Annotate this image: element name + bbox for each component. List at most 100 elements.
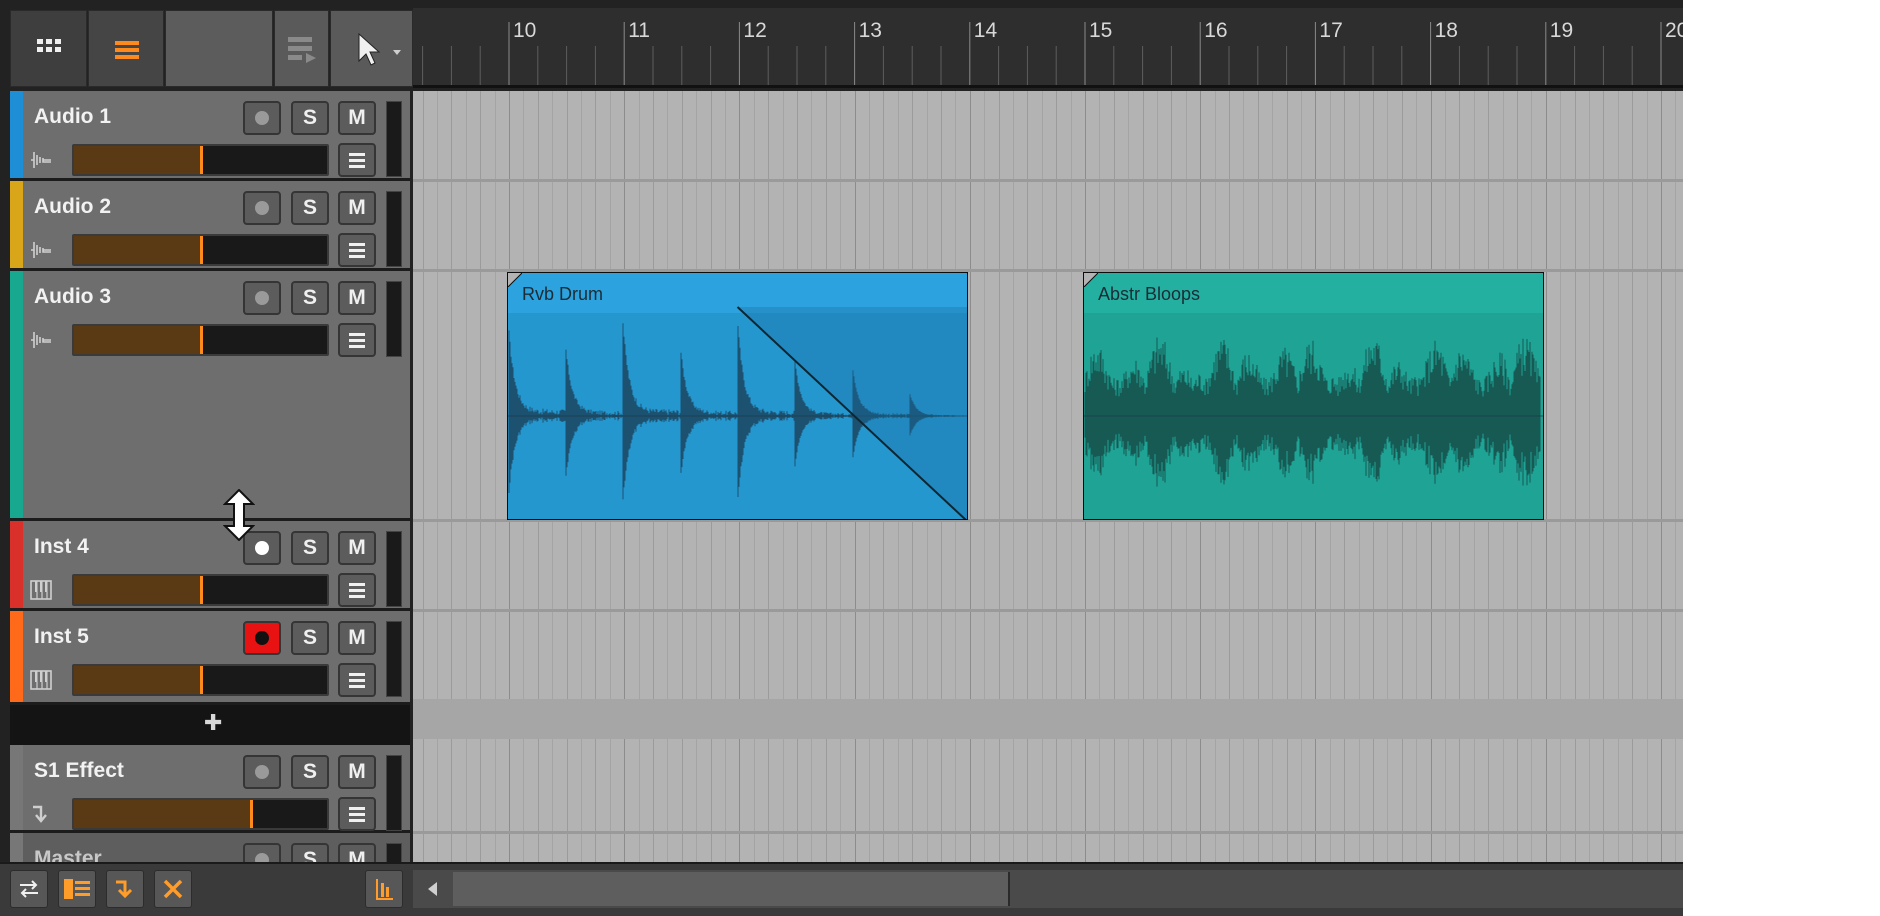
track-name[interactable]: Inst 4 xyxy=(34,535,89,559)
record-dot-icon xyxy=(255,765,269,779)
menu-line xyxy=(349,595,365,598)
scrollbar-thumb[interactable] xyxy=(453,872,1010,906)
fade-out-curve[interactable] xyxy=(508,273,967,520)
menu-line xyxy=(349,339,365,342)
track-menu-button[interactable] xyxy=(338,797,376,831)
clip-corner-notch xyxy=(1084,273,1098,287)
record-arm-button[interactable] xyxy=(243,101,281,135)
menu-line xyxy=(349,255,365,258)
audio-clip-abstr-bloops[interactable]: Abstr Bloops xyxy=(1083,272,1544,520)
menu-line xyxy=(349,673,365,676)
track-name[interactable]: Inst 5 xyxy=(34,625,89,649)
pointer-tool-button[interactable] xyxy=(330,10,413,87)
volume-handle[interactable] xyxy=(199,236,203,264)
follow-button[interactable] xyxy=(274,10,329,87)
effect-tracks-toggle-button[interactable] xyxy=(106,870,144,908)
grid-line xyxy=(999,91,1000,862)
volume-handle[interactable] xyxy=(199,576,203,604)
ruler-bar-label: 14 xyxy=(973,19,998,42)
add-track-button[interactable]: ✚ xyxy=(204,711,222,736)
add-track-row[interactable]: ✚ xyxy=(10,705,410,745)
record-dot-icon xyxy=(255,541,269,555)
level-meter xyxy=(386,621,402,697)
track-menu-button[interactable] xyxy=(338,663,376,697)
track-menu-button[interactable] xyxy=(338,143,376,177)
clip-header[interactable]: Abstr Bloops xyxy=(1084,273,1543,313)
grid-line xyxy=(1042,91,1043,862)
menu-line xyxy=(349,813,365,816)
solo-button[interactable]: S xyxy=(291,531,329,565)
track-name[interactable]: Audio 2 xyxy=(34,195,111,219)
mute-button[interactable]: M xyxy=(338,101,376,135)
track-header-audio-3[interactable]: Audio 3 SM xyxy=(10,271,410,521)
solo-button[interactable]: S xyxy=(291,621,329,655)
solo-button[interactable]: S xyxy=(291,191,329,225)
record-arm-button[interactable] xyxy=(243,621,281,655)
record-arm-button[interactable] xyxy=(243,281,281,315)
return-arrow-icon xyxy=(116,880,133,899)
menu-line xyxy=(349,165,365,168)
track-name[interactable]: S1 Effect xyxy=(34,759,124,783)
scroll-left-arrow-icon[interactable] xyxy=(425,881,441,897)
record-arm-button[interactable] xyxy=(243,755,281,789)
volume-slider[interactable] xyxy=(72,664,329,696)
mute-button[interactable]: M xyxy=(338,281,376,315)
track-header-s1-effect[interactable]: S1 Effect S M xyxy=(10,745,410,833)
grid-line xyxy=(1546,91,1547,862)
grid-line xyxy=(466,91,467,862)
bottom-toolbar xyxy=(0,862,1683,916)
volume-slider[interactable] xyxy=(72,574,329,606)
track-color-strip xyxy=(10,271,23,518)
grid-line xyxy=(1589,91,1590,862)
automation-toggle-button[interactable] xyxy=(365,870,403,908)
waveform xyxy=(1084,337,1543,487)
volume-handle[interactable] xyxy=(250,800,254,828)
piano-keys-icon xyxy=(30,580,52,600)
volume-handle[interactable] xyxy=(199,326,203,354)
solo-button[interactable]: S xyxy=(291,281,329,315)
lane-separator xyxy=(413,609,1683,612)
volume-handle[interactable] xyxy=(199,146,203,174)
solo-button[interactable]: S xyxy=(291,101,329,135)
level-meter xyxy=(386,755,402,831)
track-view-button[interactable] xyxy=(88,10,164,87)
record-arm-button[interactable] xyxy=(243,191,281,225)
swap-button[interactable] xyxy=(10,870,48,908)
track-color-strip xyxy=(10,611,23,702)
grid-line xyxy=(1575,91,1576,862)
ruler-bar-label: 18 xyxy=(1434,19,1458,42)
track-header-inst-5[interactable]: Inst 5 SM xyxy=(10,611,410,705)
timeline-ruler[interactable]: 10 11 12 13 14 15 16 17 18 19 20 xyxy=(413,8,1683,88)
level-meter xyxy=(386,191,402,267)
track-menu-button[interactable] xyxy=(338,573,376,607)
close-icon xyxy=(163,879,183,899)
mute-button[interactable]: M xyxy=(338,621,376,655)
grid-line xyxy=(1618,91,1619,862)
grid-line xyxy=(1603,91,1604,862)
mute-button[interactable]: M xyxy=(338,191,376,225)
arrange-timeline[interactable]: Rvb Drum Abstr Bloops xyxy=(413,91,1683,862)
volume-handle[interactable] xyxy=(199,666,203,694)
mute-button[interactable]: M xyxy=(338,531,376,565)
cross-fade-toggle-button[interactable] xyxy=(154,870,192,908)
menu-line xyxy=(349,807,365,810)
solo-button[interactable]: S xyxy=(291,755,329,789)
volume-slider[interactable] xyxy=(72,324,329,356)
audio-clip-rvb-drum[interactable]: Rvb Drum xyxy=(507,272,968,520)
mute-button[interactable]: M xyxy=(338,755,376,789)
track-menu-button[interactable] xyxy=(338,233,376,267)
track-header-audio-1[interactable]: Audio 1 SM xyxy=(10,91,410,181)
volume-slider[interactable] xyxy=(72,144,329,176)
track-header-inst-4[interactable]: Inst 4 SM xyxy=(10,521,410,611)
clip-launcher-toggle-button[interactable] xyxy=(58,870,96,908)
track-name[interactable]: Audio 1 xyxy=(34,105,111,129)
track-header-audio-2[interactable]: Audio 2 SM xyxy=(10,181,410,271)
grid-view-button[interactable] xyxy=(10,10,87,87)
track-name[interactable]: Audio 3 xyxy=(34,285,111,309)
volume-slider[interactable] xyxy=(72,234,329,266)
ruler-bar-label: 12 xyxy=(743,19,767,42)
menu-line xyxy=(349,249,365,252)
horizontal-scrollbar[interactable] xyxy=(413,870,1683,908)
track-menu-button[interactable] xyxy=(338,323,376,357)
volume-slider[interactable] xyxy=(72,798,329,830)
